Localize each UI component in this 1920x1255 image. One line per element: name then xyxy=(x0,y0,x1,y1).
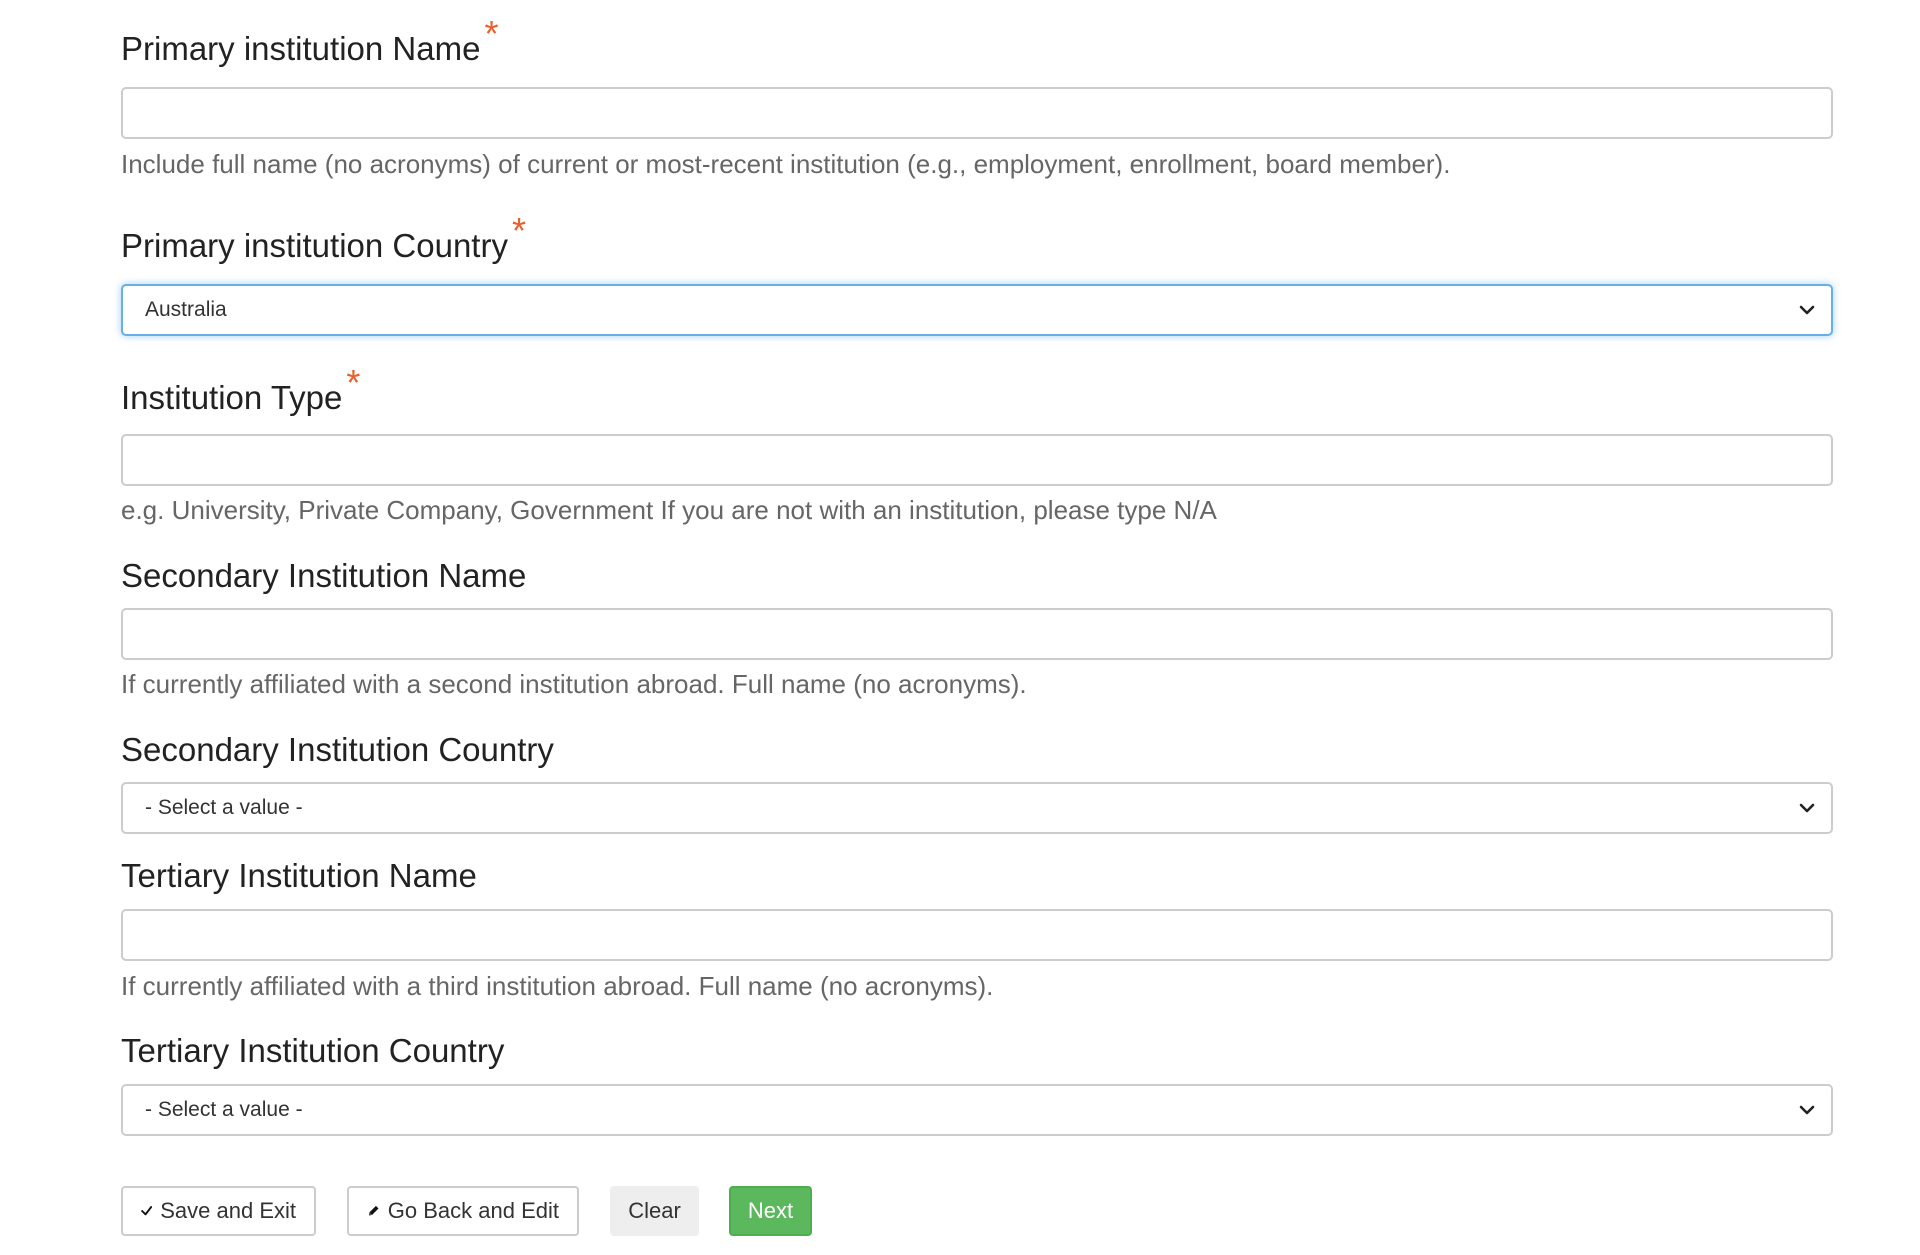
tertiary-institution-name-help: If currently affiliated with a third ins… xyxy=(121,971,994,1001)
secondary-institution-country-select[interactable]: - Select a value - xyxy=(121,782,1833,834)
primary-institution-name-label: Primary institution Name * xyxy=(121,13,499,68)
primary-institution-name-input[interactable] xyxy=(121,87,1833,139)
required-asterisk: * xyxy=(484,13,499,54)
selected-value: Australia xyxy=(145,298,227,321)
selected-value: - Select a value - xyxy=(145,796,303,819)
secondary-institution-country-label: Secondary Institution Country xyxy=(121,731,554,768)
tertiary-institution-country-label: Tertiary Institution Country xyxy=(121,1032,505,1069)
secondary-institution-name-help: If currently affiliated with a second in… xyxy=(121,669,1027,699)
chevron-down-icon xyxy=(1799,1105,1815,1115)
go-back-and-edit-button[interactable]: Go Back and Edit xyxy=(347,1186,579,1236)
pencil-icon xyxy=(368,1205,379,1216)
next-button[interactable]: Next xyxy=(729,1186,812,1236)
required-asterisk: * xyxy=(511,210,526,251)
tertiary-institution-name-input[interactable] xyxy=(121,909,1833,961)
save-and-exit-button[interactable]: Save and Exit xyxy=(121,1186,316,1236)
institution-type-help: e.g. University, Private Company, Govern… xyxy=(121,495,1217,525)
institution-type-label: Institution Type * xyxy=(121,362,361,417)
required-asterisk: * xyxy=(346,362,361,403)
secondary-institution-name-label: Secondary Institution Name xyxy=(121,557,527,594)
check-icon xyxy=(141,1206,153,1216)
chevron-down-icon xyxy=(1799,803,1815,813)
primary-institution-country-label: Primary institution Country * xyxy=(121,210,526,265)
clear-button[interactable]: Clear xyxy=(610,1186,699,1236)
chevron-down-icon xyxy=(1799,305,1815,315)
selected-value: - Select a value - xyxy=(145,1098,303,1121)
secondary-institution-name-input[interactable] xyxy=(121,608,1833,660)
primary-institution-name-help: Include full name (no acronyms) of curre… xyxy=(121,149,1451,179)
tertiary-institution-country-select[interactable]: - Select a value - xyxy=(121,1084,1833,1136)
tertiary-institution-name-label: Tertiary Institution Name xyxy=(121,857,477,894)
institution-type-input[interactable] xyxy=(121,434,1833,486)
primary-institution-country-select[interactable]: Australia xyxy=(121,284,1833,336)
